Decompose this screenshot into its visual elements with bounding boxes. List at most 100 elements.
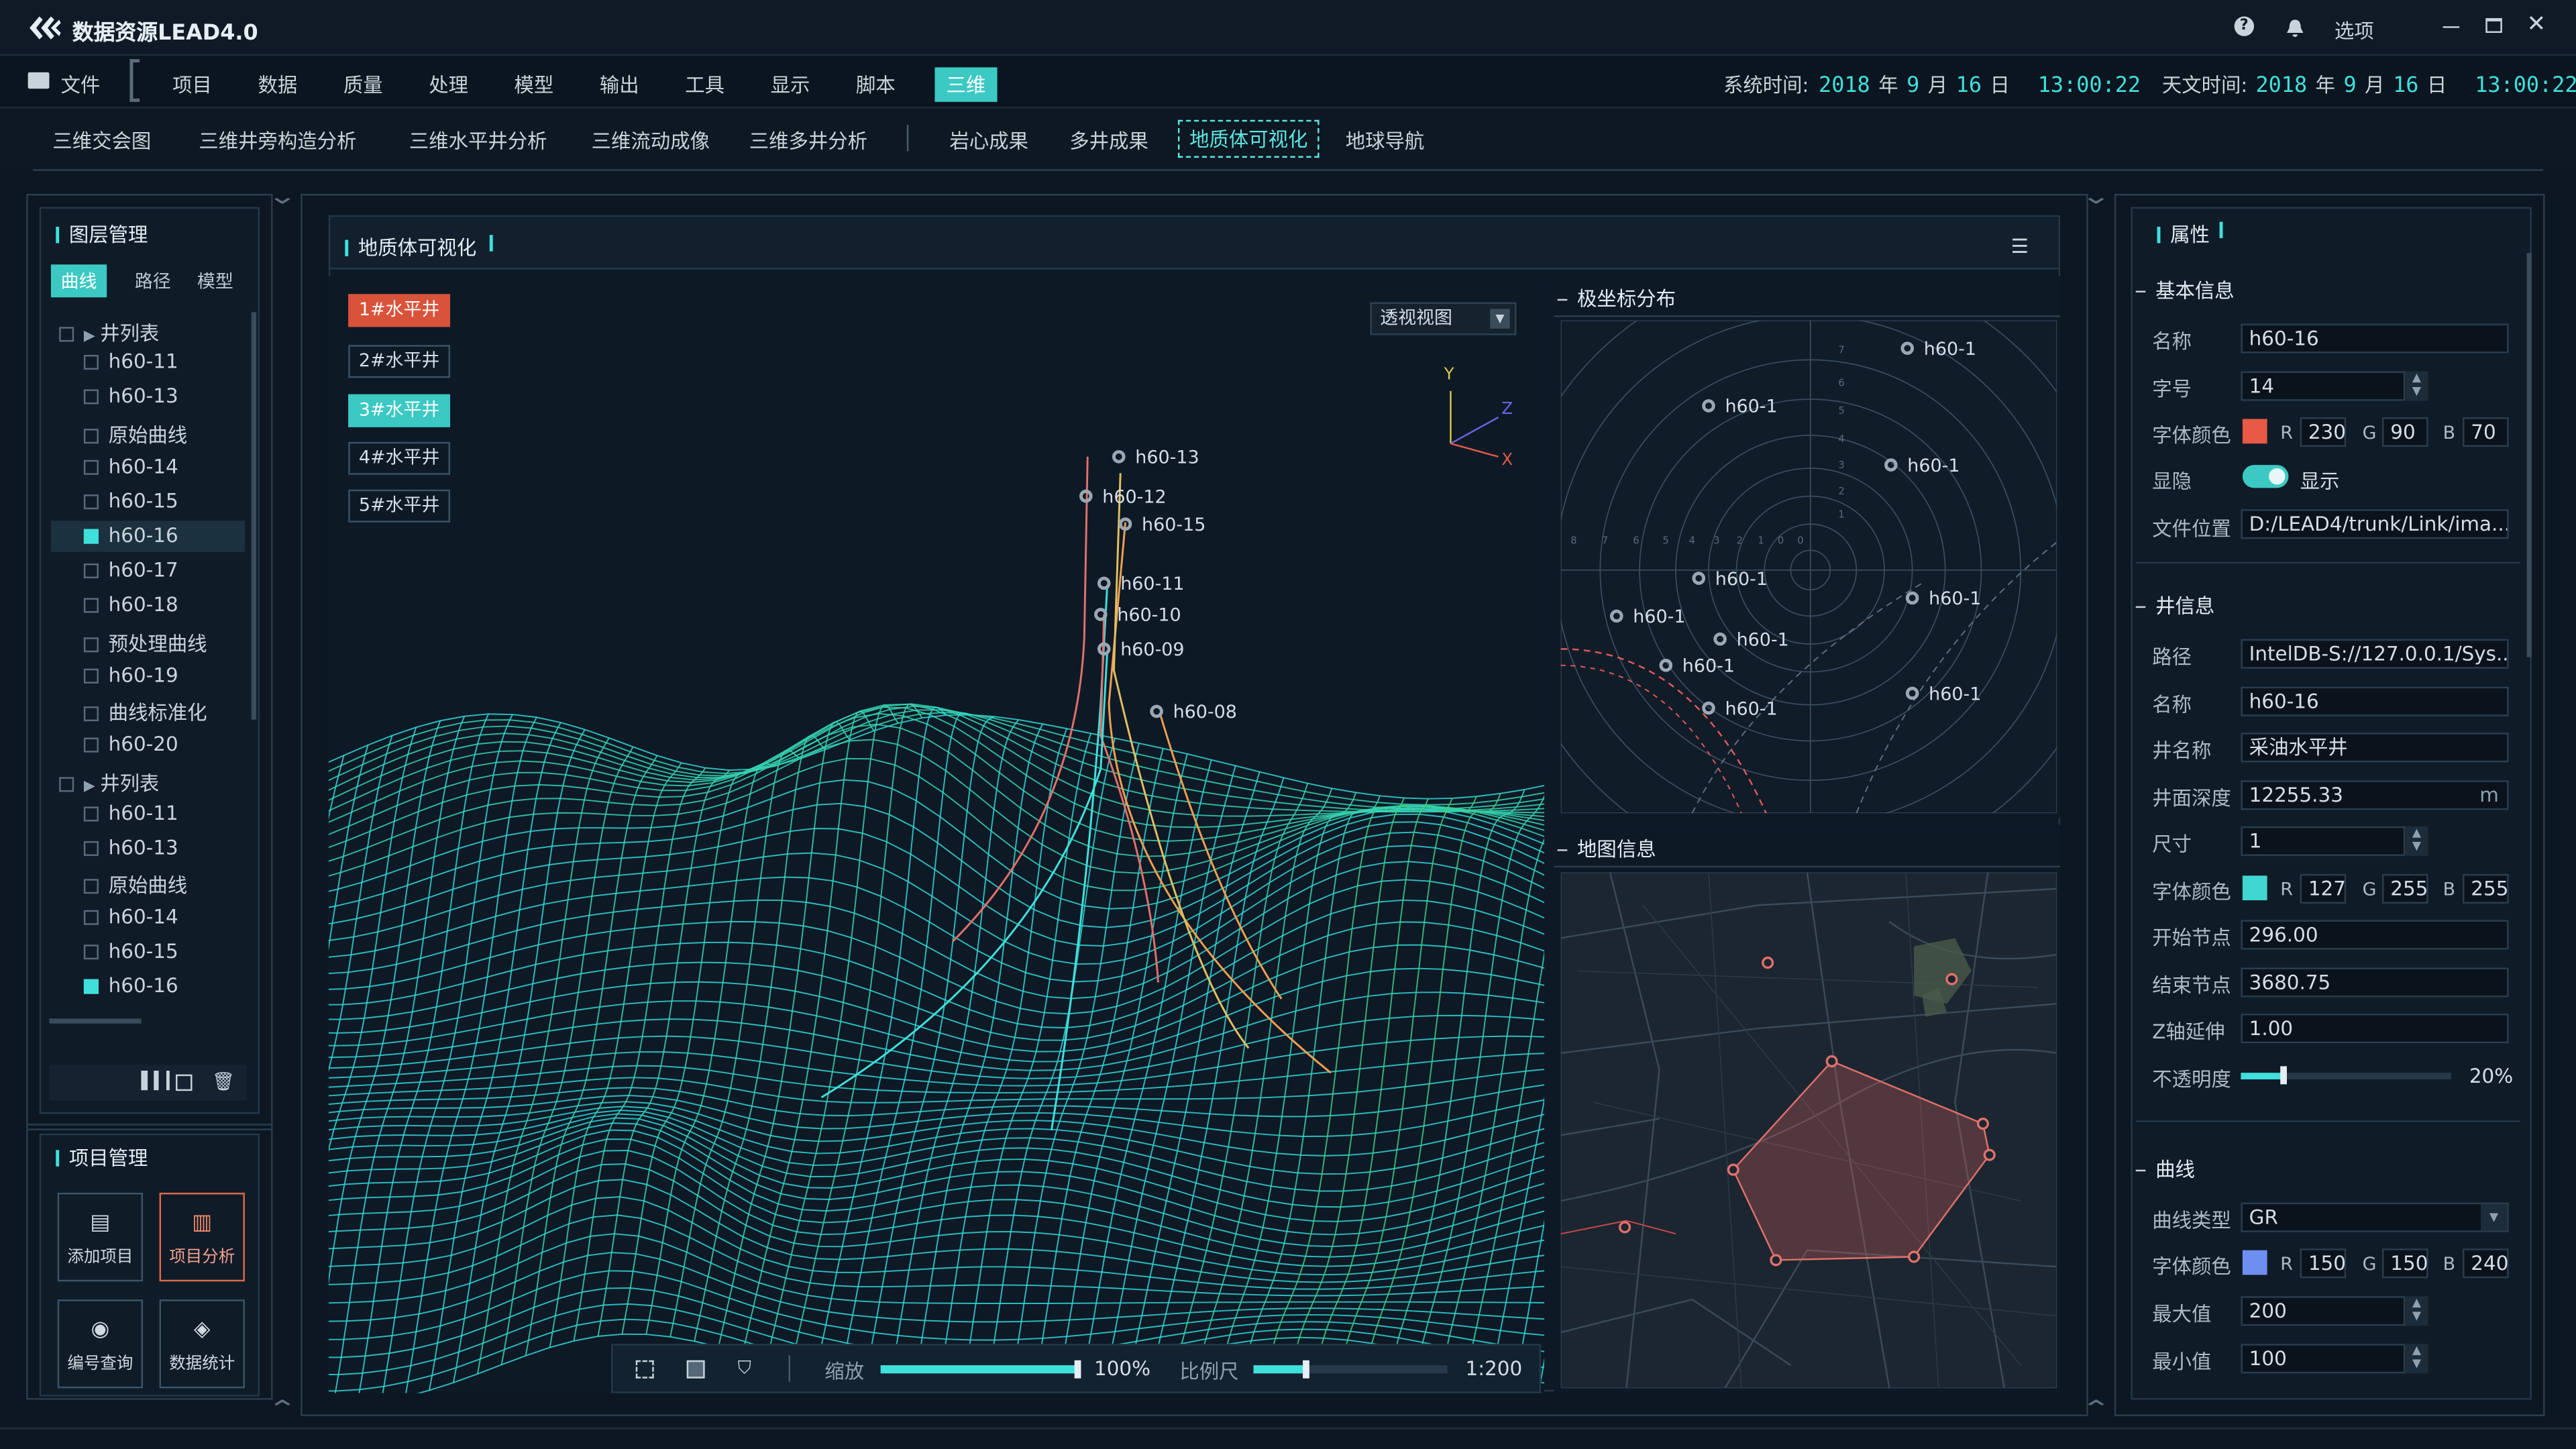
zoom-slider[interactable] xyxy=(880,1365,1078,1374)
well-button-1[interactable]: 1#水平井 xyxy=(348,294,451,327)
b-field[interactable]: 255 xyxy=(2463,873,2509,904)
tree-item[interactable]: h60-11 xyxy=(83,350,178,373)
save-view-icon[interactable]: ⛉ xyxy=(738,1357,751,1380)
max-field[interactable]: 200 xyxy=(2241,1296,2406,1326)
visible-toggle[interactable] xyxy=(2242,465,2289,488)
curve-type-select[interactable]: GR ▼ xyxy=(2241,1202,2509,1232)
number-query-button[interactable]: ◉ 编号查询 xyxy=(57,1299,144,1389)
min-stepper[interactable]: ▲ ▼ xyxy=(2405,1344,2428,1374)
tree-scrollbar[interactable] xyxy=(251,312,257,720)
menu-item-data[interactable]: 数据 xyxy=(258,70,297,99)
scale-handle[interactable] xyxy=(1302,1360,1309,1379)
tree-item-selected[interactable]: h60-16 xyxy=(83,524,178,547)
tab-path[interactable]: 路径 xyxy=(125,264,180,297)
tree-group[interactable]: ▶ 井列表 xyxy=(59,769,159,797)
maximize-icon[interactable] xyxy=(2485,17,2502,33)
tree-item[interactable]: h60-11 xyxy=(83,802,178,824)
g-field[interactable]: 90 xyxy=(2382,417,2428,447)
r-field[interactable]: 127 xyxy=(2300,873,2347,904)
trash-icon[interactable]: 🗑 xyxy=(212,1071,235,1093)
g-field[interactable]: 255 xyxy=(2382,873,2428,904)
b-field[interactable]: 240 xyxy=(2463,1248,2509,1279)
view-select[interactable]: 透视视图 ▼ xyxy=(1370,302,1517,335)
map-view[interactable] xyxy=(1560,872,2057,1389)
tree-item[interactable]: h60-14 xyxy=(83,905,178,928)
tree-item[interactable]: h60-15 xyxy=(83,940,178,963)
tree-item[interactable]: 曲线标准化 xyxy=(83,698,207,727)
end-node-field[interactable]: 3680.75 xyxy=(2241,967,2509,998)
options-menu[interactable]: 选项 xyxy=(2334,16,2374,44)
subtab-core[interactable]: 岩心成果 xyxy=(950,127,1029,155)
project-analysis-button[interactable]: ▥ 项目分析 xyxy=(159,1192,245,1282)
tree-item[interactable]: h60-13 xyxy=(83,837,178,859)
r-field[interactable]: 230 xyxy=(2300,417,2347,447)
frame-icon[interactable] xyxy=(686,1360,705,1379)
g-field[interactable]: 150 xyxy=(2382,1248,2428,1279)
subtab-earth-nav[interactable]: 地球导航 xyxy=(1346,127,1425,155)
subtab-horizontal[interactable]: 三维水平井分析 xyxy=(409,127,547,155)
tab-model[interactable]: 模型 xyxy=(187,264,243,297)
z-extend-field[interactable]: 1.00 xyxy=(2241,1014,2509,1044)
path-field[interactable]: IntelDB-S://127.0.0.1/Sys... xyxy=(2241,639,2509,669)
fit-icon[interactable] xyxy=(635,1360,654,1379)
tree-item[interactable]: 原始曲线 xyxy=(83,871,187,899)
well-title-field[interactable]: 采油水平井 xyxy=(2241,733,2509,763)
menu-item-process[interactable]: 处理 xyxy=(429,70,468,99)
max-stepper[interactable]: ▲ ▼ xyxy=(2405,1296,2428,1326)
subtab-flow[interactable]: 三维流动成像 xyxy=(592,127,710,155)
tree-item[interactable]: h60-19 xyxy=(83,663,178,687)
tree-item[interactable]: h60-20 xyxy=(83,733,178,756)
tree-item[interactable]: 原始曲线 xyxy=(83,421,187,449)
menu-item-3d[interactable]: 三维 xyxy=(934,67,998,102)
tree-item[interactable]: h60-16 xyxy=(83,974,178,998)
copy-icon[interactable] xyxy=(176,1074,193,1091)
file-path-field[interactable]: D:/LEAD4/trunk/Link/ima... xyxy=(2241,509,2509,539)
tree-item[interactable]: 预处理曲线 xyxy=(83,629,207,657)
data-statistics-button[interactable]: ◈ 数据统计 xyxy=(159,1299,245,1389)
well-button-2[interactable]: 2#水平井 xyxy=(348,345,451,378)
tab-curve[interactable]: 曲线 xyxy=(50,264,107,298)
tree-item[interactable]: h60-17 xyxy=(83,559,178,582)
tree-item[interactable]: h60-18 xyxy=(83,593,178,616)
menu-item-output[interactable]: 输出 xyxy=(600,70,639,99)
subtab-crossplot[interactable]: 三维交会图 xyxy=(52,127,151,155)
start-node-field[interactable]: 296.00 xyxy=(2241,920,2509,950)
name-field[interactable]: h60-16 xyxy=(2241,323,2509,354)
props-scrollbar[interactable] xyxy=(2526,253,2532,657)
well-button-4[interactable]: 4#水平井 xyxy=(348,441,451,475)
curve-color-swatch[interactable] xyxy=(2242,1250,2267,1275)
opacity-slider[interactable] xyxy=(2241,1073,2451,1079)
menu-item-tools[interactable]: 工具 xyxy=(685,70,724,99)
well-name-field[interactable]: h60-16 xyxy=(2241,686,2509,716)
tree-group[interactable]: ▶ 井列表 xyxy=(59,319,159,347)
b-field[interactable]: 70 xyxy=(2463,417,2509,447)
menu-item-project[interactable]: 项目 xyxy=(172,70,212,99)
minimize-icon[interactable] xyxy=(2443,26,2460,28)
help-icon[interactable]: ? xyxy=(2234,16,2255,36)
chart-icon[interactable]: ▌▍▎ xyxy=(142,1073,180,1091)
well-color-swatch[interactable] xyxy=(2242,875,2267,901)
tree-item[interactable]: h60-15 xyxy=(83,490,178,513)
menu-file[interactable]: 文件 xyxy=(61,70,101,99)
zoom-handle[interactable] xyxy=(1074,1360,1081,1379)
r-field[interactable]: 150 xyxy=(2300,1248,2347,1279)
subtab-multiwell[interactable]: 三维多井分析 xyxy=(749,127,867,155)
tree-item[interactable]: h60-13 xyxy=(83,384,178,407)
subtab-multiwell-result[interactable]: 多井成果 xyxy=(1069,127,1148,155)
tree-hscrollbar[interactable] xyxy=(49,1018,142,1024)
size-stepper[interactable]: ▲ ▼ xyxy=(2405,826,2428,856)
bell-icon[interactable] xyxy=(2286,15,2305,46)
well-button-5[interactable]: 5#水平井 xyxy=(348,489,451,523)
font-size-field[interactable]: 14 xyxy=(2241,371,2406,401)
menu-item-model[interactable]: 模型 xyxy=(515,70,554,99)
menu-item-quality[interactable]: 质量 xyxy=(343,70,383,99)
well-button-3[interactable]: 3#水平井 xyxy=(348,394,451,427)
subtab-geobody[interactable]: 地质体可视化 xyxy=(1177,119,1320,158)
font-size-stepper[interactable]: ▲ ▼ xyxy=(2405,371,2428,401)
3d-viewport[interactable] xyxy=(328,276,1545,1393)
menu-item-script[interactable]: 脚本 xyxy=(856,70,896,99)
add-project-button[interactable]: ▤ 添加项目 xyxy=(57,1192,144,1282)
depth-field[interactable]: 12255.33 m xyxy=(2241,780,2509,810)
menu-item-display[interactable]: 显示 xyxy=(771,70,810,99)
subtab-structure[interactable]: 三维井旁构造分析 xyxy=(199,127,356,155)
